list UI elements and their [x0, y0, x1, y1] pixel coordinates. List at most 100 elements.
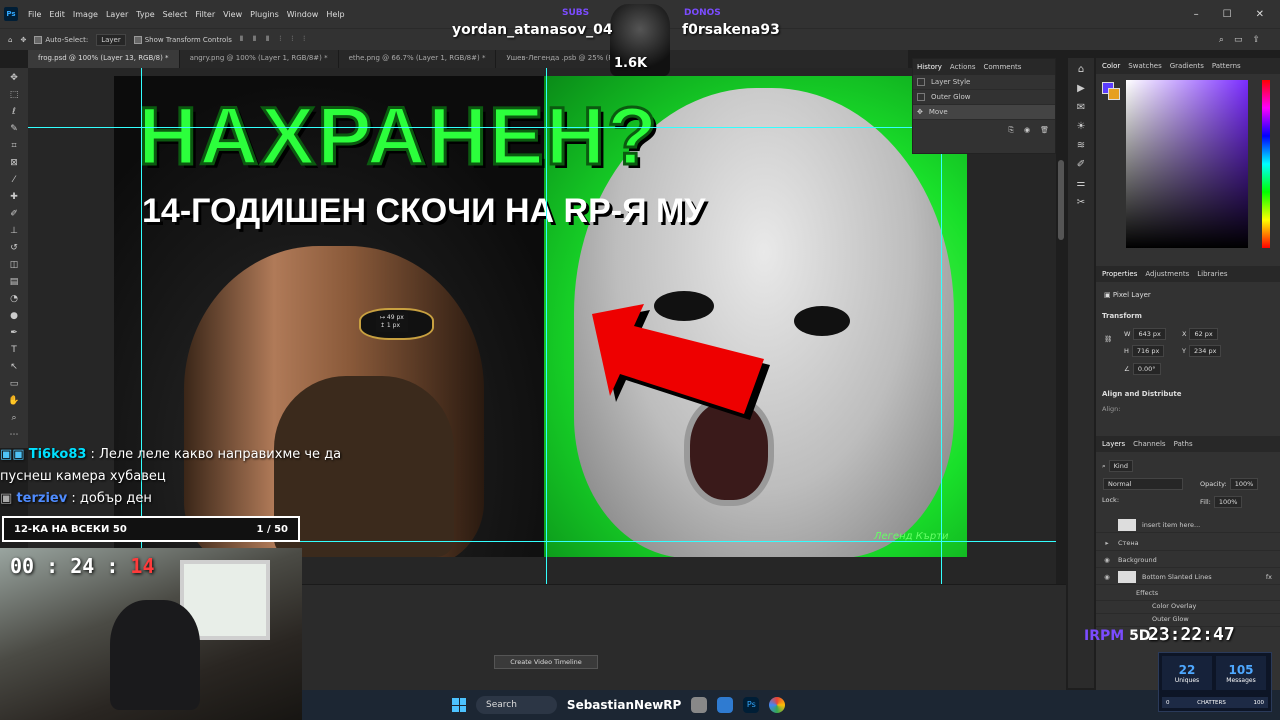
tab-gradients[interactable]: Gradients — [1170, 62, 1204, 70]
zoom-tool-icon[interactable]: ⌕ — [7, 412, 21, 425]
snapshot-icon[interactable]: ⎘ — [1008, 126, 1014, 135]
play-icon[interactable]: ▶ — [1077, 83, 1085, 94]
show-transform-checkbox[interactable]: Show Transform Controls — [133, 35, 232, 44]
taskbar-search[interactable]: Search — [476, 696, 557, 714]
tab-ethe[interactable]: ethe.png @ 66.7% (Layer 1, RGB/8#) * — [339, 50, 497, 68]
frame-tool-icon[interactable]: ⊠ — [7, 157, 21, 170]
menu-edit[interactable]: Edit — [45, 10, 69, 19]
menu-image[interactable]: Image — [69, 10, 102, 19]
history-item[interactable]: Layer Style — [913, 75, 1055, 90]
share-icon[interactable]: ⇪ — [1252, 35, 1260, 45]
x-field[interactable]: X 62 px — [1182, 328, 1218, 340]
link-icon[interactable]: ⛓ — [1104, 335, 1112, 343]
history-brush-icon[interactable]: ↺ — [7, 242, 21, 255]
styles-icon[interactable]: ≋ — [1077, 140, 1085, 151]
camera-icon[interactable]: ◉ — [1024, 126, 1030, 135]
blur-tool-icon[interactable]: ◔ — [7, 293, 21, 306]
hand-tool-icon[interactable]: ✋ — [7, 395, 21, 408]
folder-icon[interactable]: ▸ — [1102, 539, 1112, 547]
vertical-scrollbar[interactable] — [1058, 160, 1064, 240]
more-tools-icon[interactable]: ⋯ — [7, 429, 21, 442]
marquee-tool-icon[interactable]: ⬚ — [7, 89, 21, 102]
tab-color[interactable]: Color — [1102, 62, 1120, 70]
eraser-icon[interactable]: ◫ — [7, 259, 21, 272]
menu-plugins[interactable]: Plugins — [246, 10, 283, 19]
tab-actions[interactable]: Actions — [950, 63, 976, 71]
layer-kind-filter[interactable]: ⌕ Kind — [1102, 460, 1133, 472]
height-field[interactable]: H 716 px — [1124, 345, 1165, 357]
layer-group-row[interactable]: ◉ Background — [1096, 552, 1280, 568]
layer-group-row[interactable]: ▸ Стена — [1096, 535, 1280, 551]
tab-adjustments[interactable]: Adjustments — [1145, 270, 1189, 278]
thumbnail-headline[interactable]: НАХРАНЕН? — [136, 90, 659, 184]
tab-properties[interactable]: Properties — [1102, 270, 1137, 278]
edge-icon[interactable] — [717, 697, 734, 713]
auto-select-checkbox[interactable]: Auto-Select: — [34, 35, 88, 44]
visibility-icon[interactable]: ◉ — [1102, 556, 1112, 564]
opacity-field[interactable]: Opacity: 100% — [1200, 478, 1259, 490]
tools-icon[interactable]: ✂ — [1077, 197, 1085, 208]
menu-type[interactable]: Type — [132, 10, 158, 19]
align-icons[interactable]: ⫴ ⫴ ⫴ ⫶ ⫶ ⫶ — [240, 35, 309, 44]
windows-start-icon[interactable] — [452, 698, 466, 712]
tab-frog[interactable]: frog.psd @ 100% (Layer 13, RGB/8) * — [28, 50, 180, 68]
menu-filter[interactable]: Filter — [191, 10, 219, 19]
tab-comments[interactable]: Comments — [983, 63, 1021, 71]
color-field[interactable] — [1126, 80, 1248, 248]
menu-file[interactable]: File — [24, 10, 45, 19]
close-icon[interactable]: ✕ — [1256, 9, 1264, 20]
rectangle-tool-icon[interactable]: ▭ — [7, 378, 21, 391]
history-item-selected[interactable]: ✥ Move — [913, 105, 1055, 120]
menu-view[interactable]: View — [219, 10, 246, 19]
tab-patterns[interactable]: Patterns — [1212, 62, 1241, 70]
maximize-icon[interactable]: ☐ — [1223, 9, 1232, 20]
layer-row[interactable]: insert item here... — [1096, 517, 1280, 533]
brush-settings-icon[interactable]: ✐ — [1077, 159, 1085, 170]
type-tool-icon[interactable]: T — [7, 344, 21, 357]
photoshop-icon[interactable]: Ps — [743, 697, 760, 713]
chrome-icon[interactable] — [769, 697, 786, 713]
create-video-timeline-button[interactable]: Create Video Timeline — [494, 655, 598, 669]
visibility-icon[interactable]: ◉ — [1102, 573, 1112, 581]
tab-layers[interactable]: Layers — [1102, 440, 1125, 448]
brush-tool-icon[interactable]: ✐ — [7, 208, 21, 221]
gradient-tool-icon[interactable]: ▤ — [7, 276, 21, 289]
path-select-icon[interactable]: ↖ — [7, 361, 21, 374]
comments-icon[interactable]: ✉ — [1077, 102, 1085, 113]
tab-libraries[interactable]: Libraries — [1197, 270, 1227, 278]
move-tool-icon[interactable]: ✥ — [20, 36, 26, 44]
history-item[interactable]: Outer Glow — [913, 90, 1055, 105]
eyedropper-icon[interactable]: ⁄ — [7, 174, 21, 187]
fill-field[interactable]: Fill: 100% — [1200, 496, 1243, 508]
workspace-icon[interactable]: ▭ — [1234, 35, 1243, 45]
search-icon[interactable]: ⌕ — [1219, 35, 1224, 45]
lasso-tool-icon[interactable]: ℓ — [7, 106, 21, 119]
blend-mode-dropdown[interactable]: Normal — [1100, 478, 1183, 490]
y-field[interactable]: Y 234 px — [1182, 345, 1222, 357]
background-color-swatch[interactable] — [1108, 88, 1120, 100]
pen-tool-icon[interactable]: ✒ — [7, 327, 21, 340]
auto-select-dropdown[interactable]: Layer — [96, 33, 126, 46]
dodge-tool-icon[interactable]: ● — [7, 310, 21, 323]
home-icon[interactable]: ⌂ — [8, 36, 12, 44]
tab-angry[interactable]: angry.png @ 100% (Layer 1, RGB/8#) * — [180, 50, 339, 68]
width-field[interactable]: W 643 px — [1124, 328, 1166, 340]
layer-row[interactable]: ◉ Bottom Slanted Lines fx — [1096, 569, 1280, 585]
app-icon[interactable] — [691, 697, 708, 713]
minimize-icon[interactable]: – — [1194, 9, 1199, 20]
menu-help[interactable]: Help — [322, 10, 348, 19]
fx-icon[interactable]: fx — [1266, 573, 1280, 581]
tab-paths[interactable]: Paths — [1174, 440, 1193, 448]
menu-select[interactable]: Select — [159, 10, 192, 19]
learn-icon[interactable]: ⌂ — [1078, 64, 1084, 75]
tab-swatches[interactable]: Swatches — [1128, 62, 1161, 70]
angle-field[interactable]: ∠ 0.00° — [1124, 363, 1161, 375]
trash-icon[interactable]: 🗑 — [1040, 126, 1049, 135]
stamp-tool-icon[interactable]: ⊥ — [7, 225, 21, 238]
move-tool-icon[interactable]: ✥ — [7, 72, 21, 85]
tab-channels[interactable]: Channels — [1133, 440, 1165, 448]
healing-brush-icon[interactable]: ✚ — [7, 191, 21, 204]
menu-layer[interactable]: Layer — [102, 10, 132, 19]
sliders-icon[interactable]: ⚌ — [1077, 178, 1086, 189]
quick-select-icon[interactable]: ✎ — [7, 123, 21, 136]
